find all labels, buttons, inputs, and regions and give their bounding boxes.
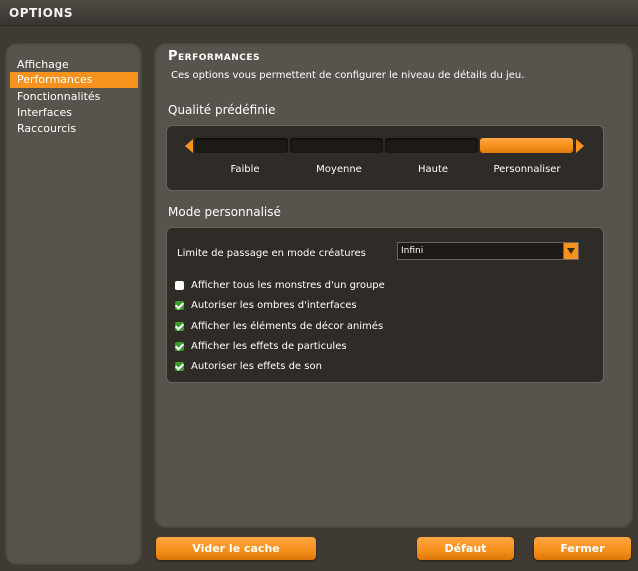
quality-label-personnaliser: Personnaliser (493, 164, 561, 175)
sidebar-item-interfaces[interactable]: Interfaces (10, 105, 138, 121)
quality-label-haute: Haute (417, 164, 449, 175)
window-title: Options (9, 6, 74, 20)
option-label-monstres: Afficher tous les monstres d'un groupe (191, 280, 385, 291)
sidebar-item-performances[interactable]: Performances (10, 72, 138, 88)
creature-limit-label: Limite de passage en mode créatures (177, 248, 366, 259)
sidebar-item-raccourcis[interactable]: Raccourcis (10, 121, 138, 137)
default-button[interactable]: Défaut (417, 537, 514, 560)
custom-section-title: Mode personnalisé (168, 205, 281, 219)
panel-description: Ces options vous permettent de configure… (171, 70, 525, 81)
quality-segment-moyenne[interactable] (290, 138, 383, 153)
clear-cache-button[interactable]: Vider le cache (156, 537, 316, 560)
quality-label-moyenne: Moyenne (316, 164, 362, 175)
option-label-ombres: Autoriser les ombres d'interfaces (191, 300, 357, 311)
window-titlebar: Options (0, 0, 638, 26)
quality-selector: Faible Moyenne Haute Personnaliser (166, 125, 604, 191)
quality-next-arrow-icon[interactable] (576, 139, 584, 153)
sidebar-item-affichage[interactable]: Affichage (10, 57, 138, 73)
option-label-particules: Afficher les effets de particules (191, 341, 347, 352)
quality-prev-arrow-icon[interactable] (185, 139, 193, 153)
chevron-down-icon[interactable] (563, 243, 578, 259)
quality-segment-haute[interactable] (385, 138, 478, 153)
creature-limit-value: Infini (401, 246, 424, 256)
creature-limit-select[interactable]: Infini (397, 242, 579, 260)
quality-segment-personnaliser[interactable] (480, 138, 573, 153)
options-sidebar: Affichage Performances Fonctionnalités I… (5, 43, 142, 565)
custom-options-box: Limite de passage en mode créatures Infi… (166, 227, 604, 383)
option-label-decor: Afficher les éléments de décor animés (191, 321, 384, 332)
sidebar-item-fonctionnalites[interactable]: Fonctionnalités (10, 89, 138, 105)
option-label-son: Autoriser les effets de son (191, 361, 322, 372)
quality-label-faible: Faible (230, 164, 260, 175)
quality-segment-faible[interactable] (195, 138, 288, 153)
checkbox-particules[interactable] (175, 342, 184, 351)
checkbox-son[interactable] (175, 362, 184, 371)
checkbox-monstres[interactable] (175, 281, 184, 290)
checkbox-ombres[interactable] (175, 301, 184, 310)
quality-section-title: Qualité prédéfinie (168, 103, 276, 117)
performances-panel: Performances Ces options vous permettent… (154, 43, 633, 528)
panel-title: Performances (168, 49, 261, 64)
checkbox-decor[interactable] (175, 322, 184, 331)
close-button[interactable]: Fermer (534, 537, 631, 560)
